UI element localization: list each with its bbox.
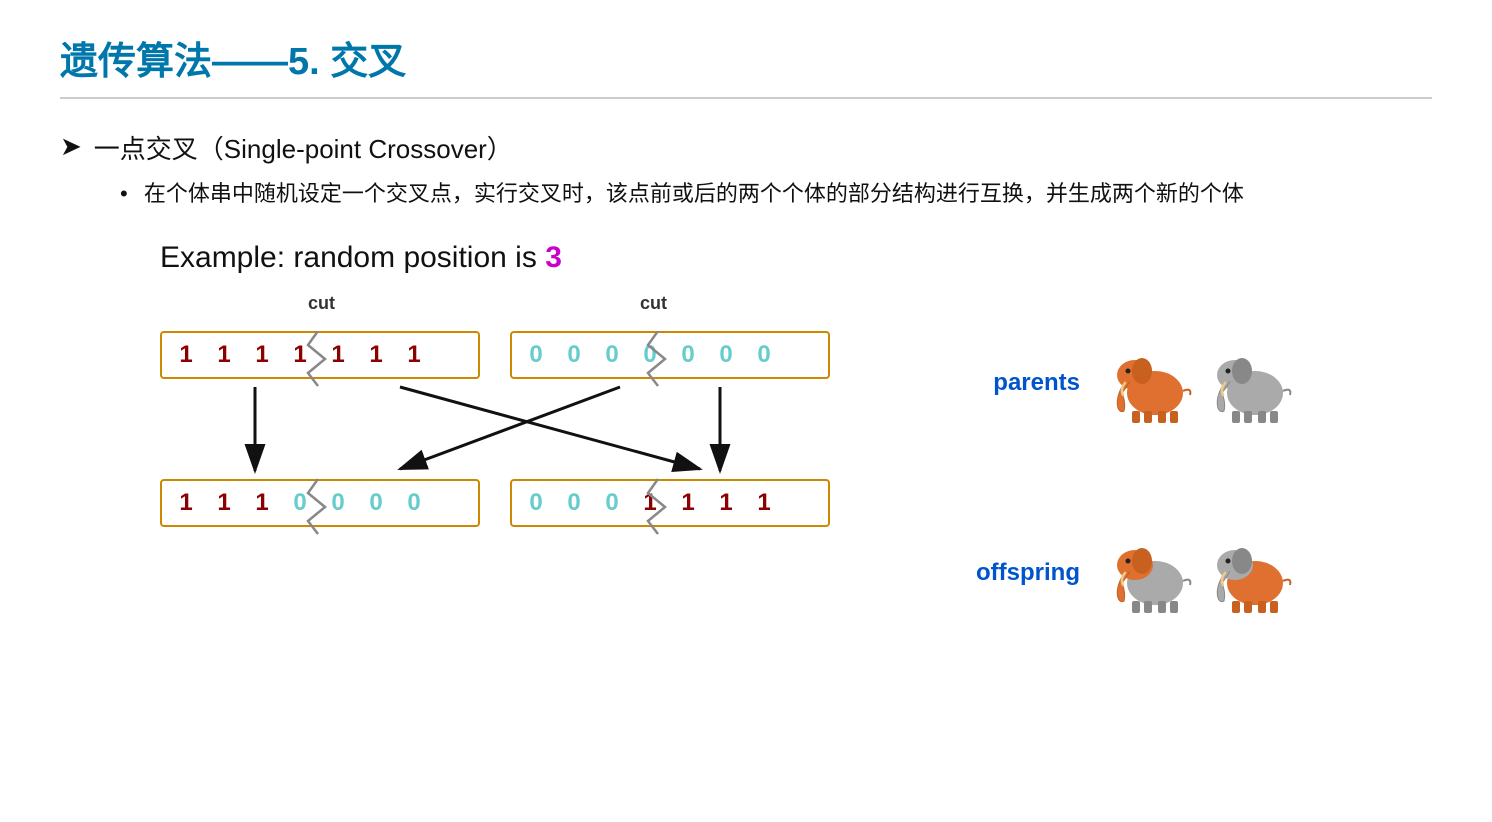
right-panel: parents [950,343,1300,613]
o2-g7: 1 [750,489,778,517]
offspring-elephants [1110,533,1300,613]
parents-elephants [1110,343,1300,423]
o2-g4: 1 [636,489,664,517]
parents-panel-row: parents [950,343,1300,423]
bullet-main: ➤ 一点交叉（Single-point Crossover） [60,129,1432,166]
page-title: 遗传算法——5. 交叉 [60,30,1432,85]
cut-labels-row: cut cut [160,293,890,329]
p2-g1: 0 [522,341,550,369]
elephant-mixed2-icon [1210,533,1300,613]
example-label: Example: random position is 3 [160,241,1432,275]
offspring-row: 1 1 1 0 0 0 0 0 0 0 1 [160,479,830,527]
o1-g7: 0 [400,489,428,517]
bullet-arrow-icon: ➤ [60,131,82,162]
p2-g7: 0 [750,341,778,369]
o1-g5: 0 [324,489,352,517]
elephant-orange-icon [1110,343,1200,423]
offspring-panel-row: offspring [950,533,1300,613]
cut-label-right: cut [640,293,667,314]
arrow-p2-cross [400,387,620,469]
page-container: 遗传算法——5. 交叉 ➤ 一点交叉（Single-point Crossove… [0,0,1492,822]
p2-g6: 0 [712,341,740,369]
p1-g5: 1 [324,341,352,369]
parent2-box: 0 0 0 0 0 0 0 [510,331,830,379]
offspring1-box: 1 1 1 0 0 0 0 [160,479,480,527]
o2-g3: 0 [598,489,626,517]
o2-g6: 1 [712,489,740,517]
offspring2-box: 0 0 0 1 1 1 1 [510,479,830,527]
p1-g4: 1 [286,341,314,369]
o1-g4: 0 [286,489,314,517]
o1-g6: 0 [362,489,390,517]
p2-g3: 0 [598,341,626,369]
o2-g2: 0 [560,489,588,517]
main-point-text: 一点交叉（Single-point Crossover） [94,129,513,166]
title-divider [60,97,1432,99]
example-number: 3 [545,241,562,274]
o2-g1: 0 [522,489,550,517]
example-section: Example: random position is 3 cut cut [160,241,1432,671]
crossover-diagram: cut cut [160,293,890,671]
p1-g6: 1 [362,341,390,369]
p2-g2: 0 [560,341,588,369]
parents-row: 1 1 1 1 1 1 1 0 0 0 0 [160,331,830,379]
o1-g2: 1 [210,489,238,517]
sub-point-text: 在个体串中随机设定一个交叉点，实行交叉时，该点前或后的两个个体的部分结构进行互换… [144,181,1244,206]
arrow-p1-cross [400,387,700,469]
offspring-label: offspring [950,559,1080,587]
o2-g5: 1 [674,489,702,517]
p2-g5: 0 [674,341,702,369]
p1-g3: 1 [248,341,276,369]
o1-g1: 1 [172,489,200,517]
cut-label-left: cut [308,293,335,314]
parents-label: parents [950,369,1080,397]
parent1-box: 1 1 1 1 1 1 1 [160,331,480,379]
example-prefix: Example: random position is [160,241,545,274]
elephant-mixed1-icon [1110,533,1200,613]
bullet-sub: • 在个体串中随机设定一个交叉点，实行交叉时，该点前或后的两个个体的部分结构进行… [120,176,1432,211]
p1-g2: 1 [210,341,238,369]
p1-g7: 1 [400,341,428,369]
p1-g1: 1 [172,341,200,369]
elephant-gray-icon [1210,343,1300,423]
o1-g3: 1 [248,489,276,517]
diagram-block: 1 1 1 1 1 1 1 0 0 0 0 [160,331,890,671]
p2-g4: 0 [636,341,664,369]
diagram-area: cut cut [160,293,1432,671]
